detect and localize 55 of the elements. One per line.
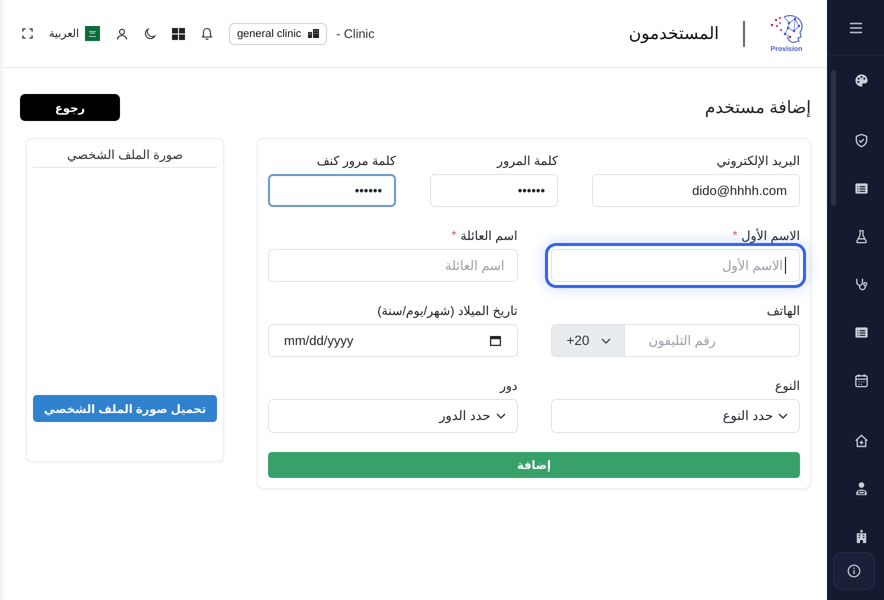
calendar-icon[interactable] [854,372,869,388]
profile-photo-title: صورة الملف الشخصي [67,148,183,162]
page-title: إضافة مستخدم [704,98,811,118]
input-field[interactable]: dido@hhhh.com [592,174,800,207]
field-label: الهاتف [766,302,800,318]
phone-field[interactable]: رقم التليفون [624,324,800,357]
field-label: تاريخ الميلاد (شهر/يوم/سنة) [377,302,518,318]
required-mark: * [732,228,738,242]
menu-icon[interactable] [848,22,862,34]
page-heading: المستخدمون [628,24,719,44]
clinic-selector[interactable]: general clinic [229,22,328,44]
shield-check-icon[interactable] [854,132,869,148]
password-field[interactable]: •••••• [430,174,558,207]
stethoscope-icon[interactable] [854,276,869,292]
required-mark: * [452,228,456,242]
chevron-icon [778,413,788,419]
country-code-select[interactable]: +20 [550,324,624,357]
user-case-icon[interactable] [854,480,869,496]
language-button[interactable]: العربية [49,26,100,41]
bell-icon[interactable] [201,27,214,40]
chevron-icon [601,338,612,344]
select-field[interactable]: حدد النوع [550,399,800,433]
fullscreen-icon[interactable] [22,28,33,39]
building-icon[interactable] [854,528,869,544]
field-label: كلمة المرور [497,152,558,168]
input-field[interactable]: اسم العائلة [268,249,518,282]
field-label: دور [500,378,518,392]
select-field[interactable]: حدد الدور [268,399,518,433]
home-plus-icon[interactable] [854,432,869,448]
grid-icon[interactable] [172,28,186,40]
building-icon [308,29,320,38]
field-label: البريد الإلكتروني [716,152,800,168]
info-button[interactable] [833,552,875,590]
scrollbar-thumb[interactable] [831,70,836,206]
flask-icon[interactable] [854,228,869,244]
list-icon[interactable] [854,180,869,196]
user-icon[interactable] [116,28,128,40]
moon-icon[interactable] [144,28,156,40]
field-label: الاسم الأول [741,228,800,242]
list-icon[interactable] [854,324,869,340]
info-icon [847,564,861,578]
field-label: كلمة مرور كنف [316,152,396,168]
chevron-icon [496,413,506,419]
flag-icon [85,26,100,41]
field-label: النوع [775,378,800,392]
calendar-icon [490,335,500,346]
palette-icon[interactable] [854,72,869,88]
date-field[interactable]: mm/dd/yyyy [268,324,518,357]
text-cursor-icon [785,257,786,274]
back-button[interactable]: رجوع [20,94,120,121]
upload-photo-button[interactable]: تحميل صورة الملف الشخصي [33,395,217,422]
password-field[interactable]: •••••• [268,174,396,207]
clinic-name: - Clinic [336,26,374,40]
network-head-icon [768,14,804,44]
field-label: اسم العائلة [460,228,518,242]
